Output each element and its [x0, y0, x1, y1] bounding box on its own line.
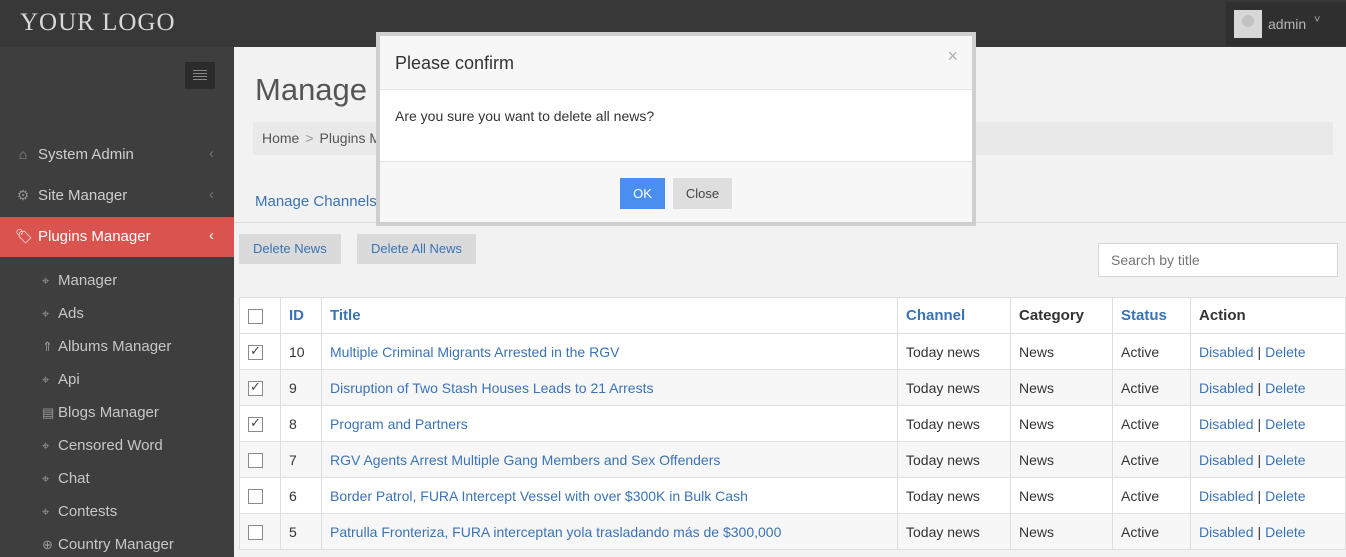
close-icon[interactable]: × [947, 46, 958, 67]
dialog-message: Are you sure you want to delete all news… [395, 108, 655, 124]
confirm-dialog: Please confirm × Are you sure you want t… [376, 32, 976, 226]
dialog-title: Please confirm [395, 53, 515, 73]
ok-button[interactable]: OK [620, 178, 665, 209]
dialog-footer: OK Close [380, 161, 972, 222]
close-button[interactable]: Close [673, 178, 732, 209]
dialog-header: Please confirm × [380, 36, 972, 90]
